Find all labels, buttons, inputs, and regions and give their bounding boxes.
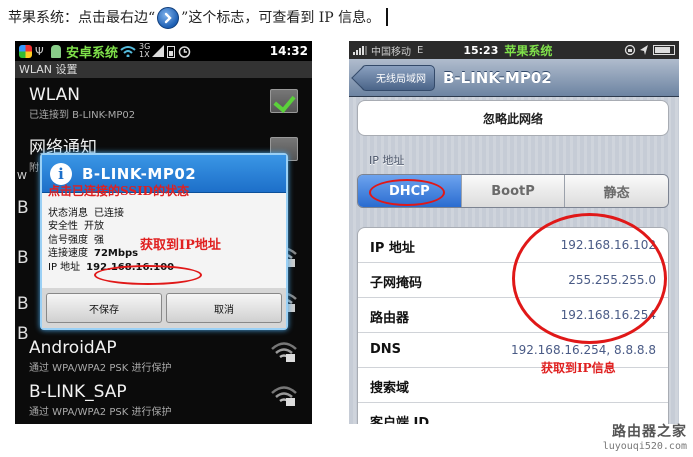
table-row[interactable]: 搜索域 [358, 368, 668, 403]
back-to-wlan-button[interactable]: 无线局域网 [361, 64, 435, 91]
detail-row-status: 状态消息 已连接 [48, 207, 174, 220]
ios-status-time: 15:23 [463, 43, 499, 57]
ios-status-bar: 中国移动 E 15:23 苹果系统 [349, 41, 679, 59]
dhcp-highlight-oval [369, 179, 445, 206]
segment-static[interactable]: 静态 [564, 175, 668, 207]
detail-label: IP 地址 [48, 261, 81, 273]
status-time: 14:32 [269, 44, 308, 58]
network-3g-icon: 3G 1X [139, 42, 151, 59]
site-watermark: 路由器之家 luyouqi520.com [603, 421, 687, 452]
detail-label: 安全性 [48, 221, 78, 233]
status-watermark: 安卓系统 [66, 45, 119, 61]
annotation-got-ip-info: 获取到IP信息 [541, 361, 616, 375]
ios-navigation-bar: 无线局域网 B-LINK-MP02 [349, 59, 679, 97]
segment-bootp[interactable]: BootP [460, 175, 565, 207]
android-screenshot: Ψ 安卓系统 3G 1X 14:32 WLAN 设置 WLAN 已连接到 B-LI… [15, 41, 312, 424]
dont-save-button[interactable]: 不保存 [46, 293, 162, 323]
annotation-got-ip: 获取到IP地址 [140, 238, 221, 253]
dialog-buttons: 不保存 取消 [42, 288, 286, 328]
caption-text-before: 苹果系统：点击最右边“ [8, 10, 156, 26]
wifi-status-icon [120, 46, 136, 57]
caption-text-after: ”这个标志，可查看到 IP 信息。 [181, 10, 381, 26]
side-letter-b2: B [17, 248, 29, 268]
dialog-title: B-LINK-MP02 [82, 164, 197, 183]
row-label: 客户端 ID [370, 416, 430, 424]
ios-nav-title: B-LINK-MP02 [443, 68, 552, 87]
row-label: IP 地址 [370, 241, 415, 256]
back-button-label: 无线局域网 [376, 74, 426, 85]
forget-network-button[interactable]: 忽略此网络 [357, 100, 669, 136]
detail-label: 信号强度 [48, 234, 88, 246]
row-label: DNS [370, 342, 402, 357]
wifi-locked-icon [271, 342, 297, 362]
table-row: DNS 192.168.16.254, 8.8.8.8 [358, 333, 668, 368]
wifi-locked-icon [271, 386, 297, 406]
network-type: E [417, 44, 424, 56]
site-url: luyouqi520.com [602, 441, 687, 452]
detail-value: 开放 [84, 221, 104, 233]
side-letter-w: W [17, 171, 27, 182]
ip-info-highlight-oval [512, 213, 667, 344]
wifi-row-androidap[interactable]: AndroidAP 通过 WPA/WPA2 PSK 进行保护 [15, 338, 312, 374]
detail-value: 强 [94, 234, 104, 246]
row-label: 搜索域 [370, 381, 410, 396]
signal-icon [152, 45, 165, 57]
carrier-name: 中国移动 [371, 46, 411, 58]
site-name: 路由器之家 [612, 424, 687, 440]
ios-status-watermark: 苹果系统 [504, 43, 553, 58]
ip-highlight-oval [94, 265, 202, 285]
caption: 苹果系统：点击最右边“ ”这个标志，可查看到 IP 信息。 [8, 4, 389, 30]
alarm-icon [179, 45, 191, 58]
wifi-row-blink-sap[interactable]: B-LINK_SAP 通过 WPA/WPA2 PSK 进行保护 [15, 382, 312, 418]
side-letter-b1: B [17, 198, 29, 218]
row-label: 路由器 [370, 311, 410, 326]
ip-section-header: IP 地址 [369, 154, 405, 167]
annotation-click-ssid: 点击已连接的SSID的状态 [48, 184, 190, 198]
app-icon [19, 44, 32, 58]
signal-bars-icon [353, 45, 367, 55]
row-label: 子网掩码 [370, 276, 423, 291]
wlan-toggle-checkbox[interactable] [270, 89, 298, 113]
settings-title: WLAN 设置 [15, 61, 312, 78]
detail-label: 连接速度 [48, 248, 88, 260]
iphone-screenshot: 中国移动 E 15:23 苹果系统 无线局域网 B-LINK-MP02 忽略此网… [349, 41, 679, 424]
cancel-button[interactable]: 取消 [166, 293, 282, 323]
text-cursor [386, 8, 389, 26]
android-icon [51, 44, 61, 58]
row-value: 192.168.16.254, 8.8.8.8 [510, 343, 656, 357]
detail-disclosure-icon [157, 7, 180, 29]
detail-row-security: 安全性 开放 [48, 220, 174, 233]
side-letter-b3: B [17, 294, 29, 314]
battery-icon [167, 45, 176, 58]
wlan-row[interactable]: WLAN 已连接到 B-LINK-MP02 [15, 85, 312, 121]
rotation-lock-icon [624, 44, 636, 56]
location-icon [640, 45, 648, 55]
android-status-bar: Ψ 安卓系统 3G 1X 14:32 [15, 41, 312, 61]
detail-value: 已连接 [94, 208, 124, 219]
detail-value: 72Mbps [94, 248, 139, 260]
usb-icon: Ψ [35, 44, 44, 58]
ios-battery-icon [653, 45, 675, 55]
wifi-status-dialog: i B-LINK-MP02 点击已连接的SSID的状态 状态消息 已连接 安全性开… [40, 153, 288, 330]
detail-label: 状态消息 [48, 208, 88, 219]
